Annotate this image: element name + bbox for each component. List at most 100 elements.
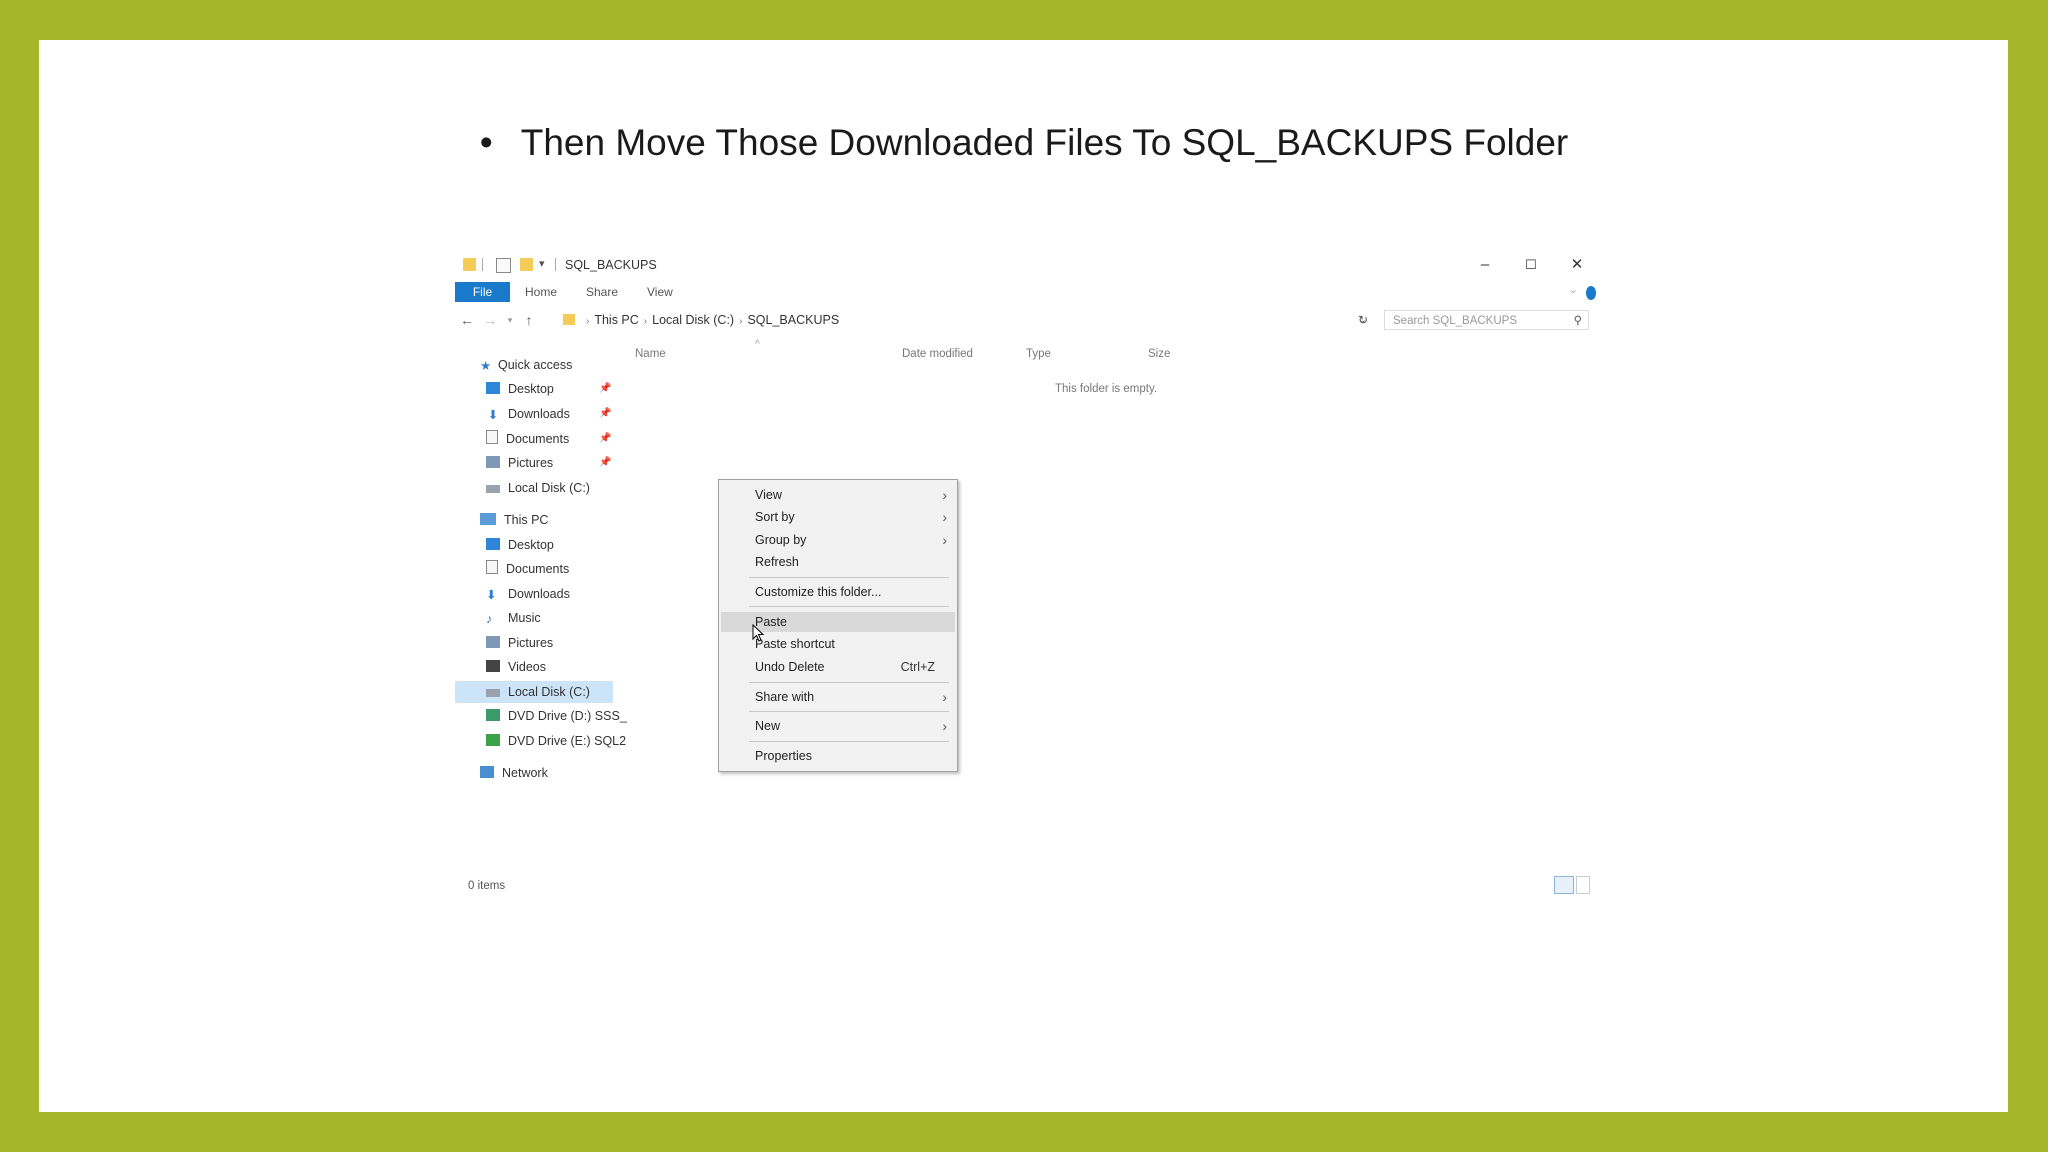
menu-label: Customize this folder... (755, 585, 882, 599)
search-placeholder: Search SQL_BACKUPS (1393, 315, 1518, 327)
file-explorer-window: ▾ SQL_BACKUPS – ☐ ✕ File Home Share View… (455, 253, 1596, 903)
menu-item-refresh[interactable]: Refresh (721, 552, 955, 572)
menu-item-sort-by[interactable]: Sort by › (721, 507, 955, 527)
nav-label: Music (508, 611, 541, 625)
pictures-icon (486, 636, 500, 648)
nav-label: Pictures (508, 636, 554, 650)
nav-label: Local Disk (C:) (508, 685, 590, 699)
nav-quick-local-disk[interactable]: Local Disk (C:) (486, 477, 590, 499)
menu-label: View (755, 488, 782, 502)
nav-pc-videos[interactable]: Videos (486, 656, 546, 678)
nav-quick-downloads[interactable]: ⬇ Downloads 📌 (486, 403, 612, 425)
nav-quick-pictures[interactable]: Pictures 📌 (486, 452, 611, 474)
breadcrumb-this-pc[interactable]: This PC (594, 313, 638, 327)
nav-dvd-e[interactable]: DVD Drive (E:) SQL2 (486, 730, 626, 752)
documents-icon (486, 560, 498, 574)
status-item-count: 0 items (468, 880, 506, 892)
chevron-right-icon: › (739, 316, 743, 327)
column-name[interactable]: Name (635, 348, 666, 360)
minimize-button[interactable]: – (1462, 253, 1508, 277)
documents-icon (486, 430, 498, 444)
chevron-right-icon: › (942, 487, 947, 503)
nav-pc-local-disk[interactable]: Local Disk (C:) (455, 681, 613, 703)
menu-label: Sort by (755, 510, 795, 524)
nav-quick-documents[interactable]: Documents 📌 (486, 428, 611, 450)
nav-quick-access[interactable]: ★ Quick access (480, 354, 572, 376)
nav-pc-desktop[interactable]: Desktop (486, 534, 554, 556)
menu-label: Refresh (755, 555, 799, 569)
menu-label: Properties (755, 749, 812, 763)
nav-quick-desktop[interactable]: Desktop 📌 (486, 378, 611, 400)
nav-dvd-d[interactable]: DVD Drive (D:) SSS_ (486, 705, 627, 727)
details-view-icon[interactable] (1554, 876, 1574, 894)
menu-separator (749, 682, 949, 683)
download-arrow-icon: ⬇ (487, 408, 499, 422)
nav-network[interactable]: Network (480, 762, 548, 784)
breadcrumb-sql-backups[interactable]: SQL_BACKUPS (747, 313, 839, 327)
refresh-icon[interactable]: ↻ (1353, 310, 1373, 330)
address-bar[interactable]: › This PC › Local Disk (C:) › SQL_BACKUPS ⌄ (563, 310, 1367, 330)
nav-pc-downloads[interactable]: ⬇ Downloads (486, 583, 570, 605)
folder-icon (563, 314, 575, 325)
menu-shortcut: Ctrl+Z (900, 660, 935, 674)
nav-label: Local Disk (C:) (508, 481, 590, 495)
menu-item-group-by[interactable]: Group by › (721, 530, 955, 550)
recent-locations-icon[interactable]: ▾ (500, 310, 520, 330)
back-arrow-icon[interactable]: ← (457, 310, 477, 330)
chevron-right-icon: › (942, 689, 947, 705)
customize-toolbar-icon[interactable]: ▾ (539, 257, 545, 270)
pin-icon: 📌 (599, 408, 612, 419)
pin-icon: 📌 (599, 383, 612, 394)
chevron-right-icon: › (942, 718, 947, 734)
mouse-cursor-icon (752, 624, 765, 642)
menu-item-view[interactable]: View › (721, 485, 955, 505)
nav-pc-music[interactable]: ♪ Music (486, 607, 541, 629)
network-icon (480, 766, 494, 778)
maximize-button[interactable]: ☐ (1508, 253, 1554, 277)
nav-label: Quick access (498, 358, 573, 372)
new-folder-icon[interactable] (520, 258, 533, 271)
menu-label: Share with (755, 690, 815, 704)
drive-icon (486, 689, 500, 697)
tab-view[interactable]: View (647, 282, 673, 302)
search-input[interactable]: Search SQL_BACKUPS ⚲ (1384, 310, 1589, 330)
nav-label: Pictures (508, 456, 554, 470)
nav-pc-pictures[interactable]: Pictures (486, 632, 553, 654)
column-type[interactable]: Type (1026, 348, 1051, 360)
pictures-icon (486, 456, 500, 468)
column-date-modified[interactable]: Date modified (902, 348, 973, 360)
nav-this-pc[interactable]: This PC (480, 509, 548, 531)
large-icons-view-icon[interactable] (1576, 876, 1590, 894)
nav-label: Network (502, 766, 548, 780)
chevron-right-icon: › (942, 509, 947, 525)
tab-share[interactable]: Share (586, 282, 618, 302)
videos-icon (486, 660, 500, 672)
folder-icon (463, 258, 476, 271)
menu-item-undo-delete[interactable]: Undo Delete Ctrl+Z (721, 657, 955, 677)
tab-file[interactable]: File (455, 282, 510, 302)
navigation-bar: ← → ▾ ↑ › This PC › Local Disk (C:) › SQL_BAC… (455, 308, 1592, 334)
chevron-right-icon: › (586, 316, 590, 327)
properties-icon[interactable] (496, 258, 511, 273)
chevron-right-icon: › (942, 532, 947, 548)
menu-item-share-with[interactable]: Share with › (721, 687, 955, 707)
forward-arrow-icon[interactable]: → (480, 310, 500, 330)
menu-label: Paste shortcut (755, 637, 835, 651)
expand-ribbon-icon[interactable]: ⌄ (1569, 283, 1578, 296)
empty-folder-message: This folder is empty. (1055, 383, 1158, 395)
nav-label: Desktop (508, 538, 554, 552)
menu-item-properties[interactable]: Properties (721, 746, 955, 766)
up-arrow-icon[interactable]: ↑ (519, 310, 539, 330)
column-size[interactable]: Size (1148, 348, 1170, 360)
help-icon[interactable] (1586, 286, 1596, 300)
tab-home[interactable]: Home (525, 282, 557, 302)
menu-item-customize[interactable]: Customize this folder... (721, 582, 955, 602)
menu-separator (749, 711, 949, 712)
pin-icon: 📌 (599, 457, 612, 468)
breadcrumb-local-disk[interactable]: Local Disk (C:) (652, 313, 734, 327)
close-button[interactable]: ✕ (1554, 253, 1600, 277)
menu-item-new[interactable]: New › (721, 716, 955, 736)
nav-pc-documents[interactable]: Documents (486, 558, 569, 580)
dvd-drive-icon (486, 734, 500, 746)
slide-headline: • Then Move Those Downloaded Files To SQL… (0, 122, 2048, 164)
